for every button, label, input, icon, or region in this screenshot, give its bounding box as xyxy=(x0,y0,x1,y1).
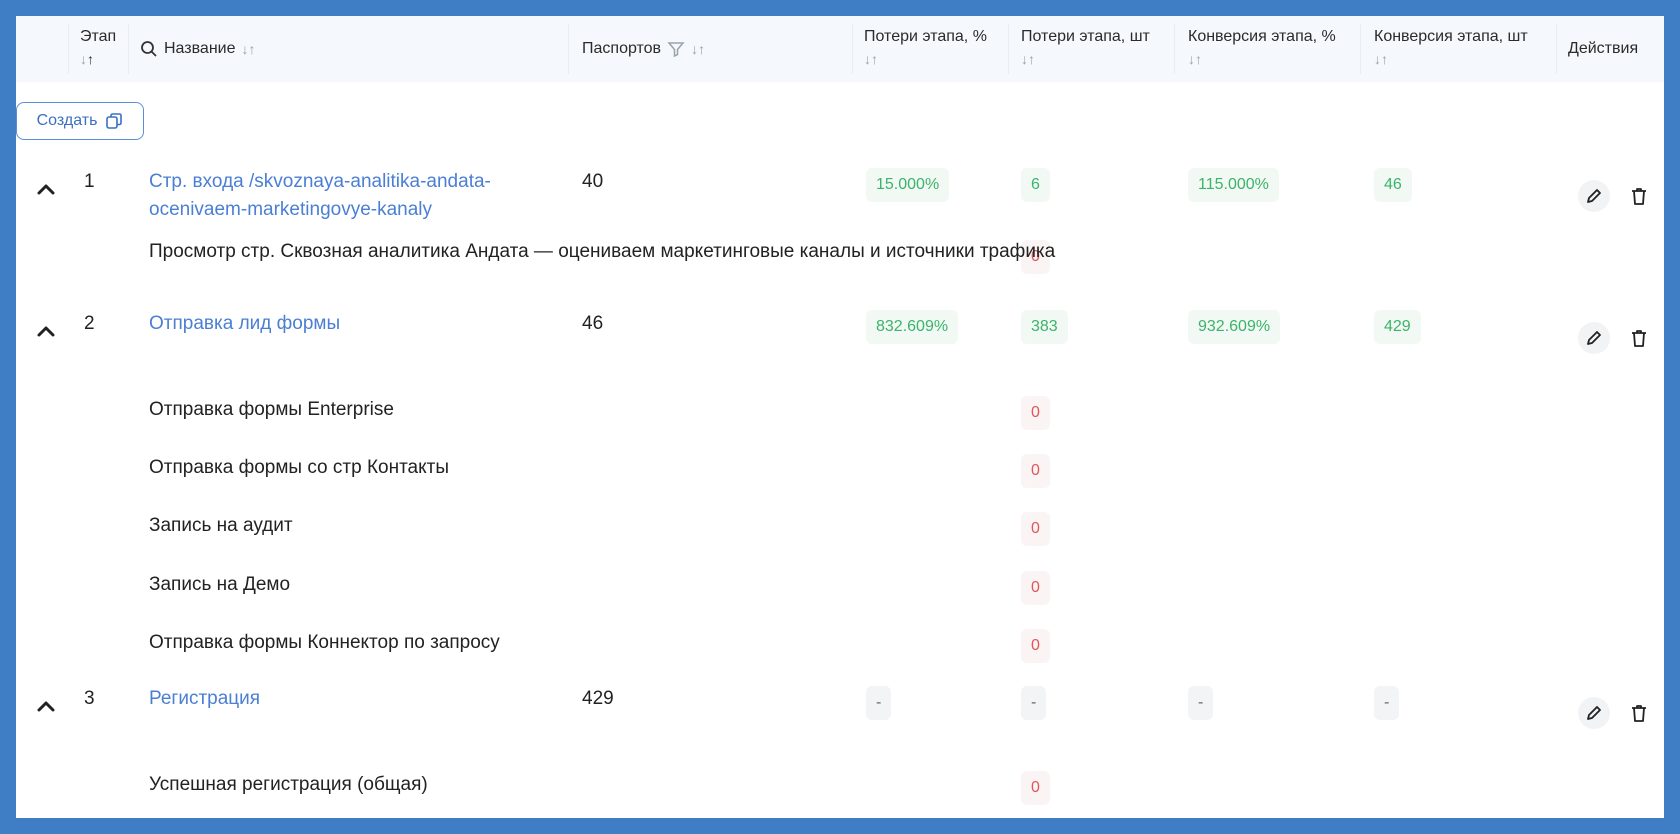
conv-pct-badge: 115.000% xyxy=(1188,168,1279,202)
conv-pct-badge: 932.609% xyxy=(1188,310,1281,344)
chevron-up-icon[interactable] xyxy=(34,178,58,202)
edit-button[interactable] xyxy=(1578,180,1610,212)
loss-qty-badge: 6 xyxy=(1021,168,1050,202)
chevron-up-icon[interactable] xyxy=(34,695,58,719)
header-stage[interactable]: Этап ↓↑ xyxy=(80,26,116,70)
header-loss-pct[interactable]: Потери этапа, % ↓↑ xyxy=(864,26,987,70)
column-divider xyxy=(128,24,129,74)
column-divider xyxy=(68,24,69,74)
pencil-icon xyxy=(1587,331,1601,345)
header-loss-qty[interactable]: Потери этапа, шт ↓↑ xyxy=(1021,26,1150,70)
trash-icon xyxy=(1632,705,1646,722)
sort-icon[interactable]: ↓↑ xyxy=(691,38,705,60)
event-name: Успешная регистрация (общая) xyxy=(149,774,428,795)
loss-qty-badge: 383 xyxy=(1021,310,1068,344)
conv-pct-badge: - xyxy=(1188,686,1214,720)
conv-qty-badge: 46 xyxy=(1374,168,1412,202)
loss-pct-badge: 832.609% xyxy=(866,310,959,344)
sort-icon[interactable]: ↓↑ xyxy=(1374,48,1528,70)
pencil-icon xyxy=(1587,189,1601,203)
edit-button[interactable] xyxy=(1578,322,1610,354)
header-actions: Действия xyxy=(1568,40,1639,57)
sort-icon[interactable]: ↓↑ xyxy=(1188,48,1336,70)
pencil-icon xyxy=(1587,706,1601,720)
trash-icon xyxy=(1632,330,1646,347)
loss-pct-badge: 15.000% xyxy=(866,168,950,202)
stage-name-link[interactable]: Стр. входа /skvoznaya-analitika-andata- … xyxy=(149,168,491,224)
stage-number: 2 xyxy=(84,313,95,334)
header-conv-pct[interactable]: Конверсия этапа, % ↓↑ xyxy=(1188,26,1336,70)
column-divider xyxy=(568,24,569,74)
funnel-table-panel: Этап ↓↑ Название ↓↑ Паспортов ↓↑ Потери … xyxy=(16,16,1664,818)
column-divider xyxy=(1174,24,1175,74)
sort-icon[interactable]: ↓↑ xyxy=(242,38,256,60)
passports-value: 46 xyxy=(582,313,604,334)
copy-icon xyxy=(106,113,123,129)
delete-button[interactable] xyxy=(1625,324,1653,352)
sort-icon[interactable]: ↓↑ xyxy=(80,48,116,70)
loss-pct-badge: - xyxy=(866,686,892,720)
event-value: 0 xyxy=(1021,771,1050,805)
event-value: 0 xyxy=(1021,571,1050,605)
stage-number: 3 xyxy=(84,688,95,709)
filter-icon[interactable] xyxy=(667,40,685,58)
header-passports[interactable]: Паспортов ↓↑ xyxy=(582,38,705,60)
stage-number: 1 xyxy=(84,171,95,192)
header-name[interactable]: Название ↓↑ xyxy=(140,38,256,60)
event-name: Отправка формы со стр Контакты xyxy=(149,457,450,478)
create-button[interactable]: Создать xyxy=(16,102,144,140)
column-divider xyxy=(1556,24,1557,74)
column-divider xyxy=(852,24,853,74)
event-name: Отправка формы Коннектор по запросу xyxy=(149,632,500,653)
stage-name-link[interactable]: Регистрация xyxy=(149,685,260,713)
event-name: Просмотр стр. Сквозная аналитика Андата … xyxy=(149,241,1056,262)
event-value: 0 xyxy=(1021,512,1050,546)
search-icon[interactable] xyxy=(140,40,158,58)
column-divider xyxy=(1360,24,1361,74)
passports-value: 429 xyxy=(582,688,614,709)
event-name: Запись на аудит xyxy=(149,515,293,536)
event-name: Запись на Демо xyxy=(149,574,291,595)
event-name: Отправка формы Enterprise xyxy=(149,399,394,420)
passports-value: 40 xyxy=(582,171,604,192)
event-value: 0 xyxy=(1021,629,1050,663)
event-value: 0 xyxy=(1021,396,1050,430)
header-conv-qty[interactable]: Конверсия этапа, шт ↓↑ xyxy=(1374,26,1528,70)
conv-qty-badge: 429 xyxy=(1374,310,1421,344)
stage-name-link[interactable]: Отправка лид формы xyxy=(149,310,340,338)
trash-icon xyxy=(1632,188,1646,205)
event-value: 0 xyxy=(1021,454,1050,488)
delete-button[interactable] xyxy=(1625,182,1653,210)
table-header: Этап ↓↑ Название ↓↑ Паспортов ↓↑ Потери … xyxy=(16,16,1664,82)
sort-icon[interactable]: ↓↑ xyxy=(864,48,987,70)
column-divider xyxy=(1008,24,1009,74)
sort-icon[interactable]: ↓↑ xyxy=(1021,48,1150,70)
chevron-up-icon[interactable] xyxy=(34,320,58,344)
conv-qty-badge: - xyxy=(1374,686,1400,720)
edit-button[interactable] xyxy=(1578,697,1610,729)
loss-qty-badge: - xyxy=(1021,686,1047,720)
delete-button[interactable] xyxy=(1625,699,1653,727)
